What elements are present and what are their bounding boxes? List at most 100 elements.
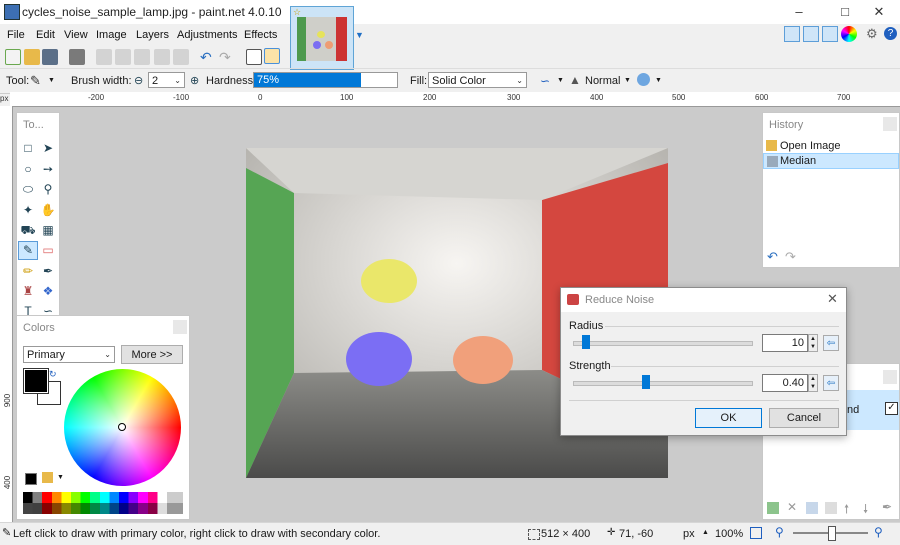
cancel-button[interactable]: Cancel (769, 408, 839, 428)
history-redo-icon[interactable]: ↷ (785, 249, 796, 265)
merge-layer-icon[interactable] (825, 502, 837, 514)
ellipse-select-icon[interactable]: ⬭ (20, 181, 36, 197)
open-icon[interactable] (24, 49, 40, 65)
zoom-slider-thumb[interactable] (828, 526, 836, 541)
paste-icon[interactable] (134, 49, 150, 65)
paint-bucket-icon[interactable]: ⛟ (20, 222, 36, 238)
swap-colors-icon[interactable]: ↻ (49, 369, 57, 380)
image-tab-thumbnail[interactable]: ☆ (290, 6, 354, 70)
pan-icon[interactable]: ✋ (40, 202, 56, 218)
redo-icon[interactable]: ↷ (219, 49, 235, 65)
increase-width-icon[interactable]: ⊕ (190, 74, 199, 87)
antialias-dropdown-icon[interactable]: ▼ (557, 77, 564, 84)
zoom-out-icon[interactable]: ⚲ (775, 525, 784, 539)
zoom-to-window-icon[interactable] (750, 527, 762, 539)
tool-dropdown-icon[interactable]: ▼ (48, 77, 55, 84)
strength-reset-icon[interactable]: ⇦ (823, 375, 839, 391)
close-button[interactable]: ✕ (856, 0, 900, 24)
eraser-icon[interactable]: ▭ (40, 242, 56, 258)
rulers-icon[interactable] (264, 48, 280, 64)
paintbrush-icon[interactable]: ✎ (30, 73, 41, 89)
strength-track[interactable] (573, 381, 753, 386)
gradient-icon[interactable]: ▦ (40, 222, 56, 238)
menu-image[interactable]: Image (96, 29, 127, 41)
rectangle-select-icon[interactable]: □ (20, 140, 36, 156)
units-value[interactable]: px (683, 528, 695, 540)
settings-icon[interactable]: ⚙ (866, 26, 878, 42)
layer-properties-icon[interactable]: ✒ (882, 500, 892, 514)
colors-toggle-icon[interactable] (841, 26, 857, 42)
menu-adjustments[interactable]: Adjustments (177, 29, 238, 41)
move-selected-icon[interactable]: ➙ (40, 161, 56, 177)
dialog-close-icon[interactable]: ✕ (827, 291, 838, 307)
strength-spinner[interactable]: ▲ ▼ (808, 374, 818, 392)
color-swatch-small[interactable] (25, 473, 37, 485)
menu-view[interactable]: View (64, 29, 88, 41)
zoom-value[interactable]: 100% (715, 528, 743, 540)
pencil-icon[interactable]: ✏ (20, 263, 36, 279)
selection-mode-icon[interactable] (637, 73, 650, 86)
recolor-icon[interactable]: ❖ (40, 283, 56, 299)
colors-panel-close-icon[interactable] (173, 320, 187, 334)
color-picker-icon[interactable]: ✒ (40, 263, 56, 279)
save-icon[interactable] (42, 49, 58, 65)
ok-button[interactable]: OK (695, 408, 762, 428)
menu-layers[interactable]: Layers (136, 29, 169, 41)
menu-edit[interactable]: Edit (36, 29, 55, 41)
color-mode-select[interactable]: Primary ⌄ (23, 346, 115, 363)
delete-layer-icon[interactable]: ✕ (787, 500, 797, 514)
cut-icon[interactable] (96, 49, 112, 65)
strength-slider-thumb[interactable] (642, 375, 650, 389)
history-panel-close-icon[interactable] (883, 117, 897, 131)
layer-visibility-checkbox[interactable]: ✓ (885, 402, 898, 415)
new-icon[interactable] (5, 49, 21, 65)
lasso-icon[interactable]: ○ (20, 161, 36, 177)
magic-wand-icon[interactable]: ✦ (20, 202, 36, 218)
color-wheel[interactable] (64, 369, 181, 486)
radius-spinner[interactable]: ▲ ▼ (808, 334, 818, 352)
paintbrush-tool-icon[interactable]: ✎ (18, 241, 38, 260)
antialias-icon[interactable]: ∽ (540, 74, 550, 88)
blend-dropdown-icon[interactable]: ▼ (624, 77, 631, 84)
minimize-button[interactable]: – (776, 0, 822, 24)
history-item[interactable]: Open Image (763, 138, 899, 154)
selection-dropdown-icon[interactable]: ▼ (655, 77, 662, 84)
fill-select[interactable]: Solid Color ⌄ (428, 72, 527, 88)
add-layer-icon[interactable] (767, 502, 779, 514)
deselect-icon[interactable] (173, 49, 189, 65)
primary-color-swatch[interactable] (23, 368, 49, 394)
history-item-selected[interactable]: Median (763, 153, 899, 169)
grid-icon[interactable] (246, 49, 262, 65)
layers-toggle-icon[interactable] (822, 26, 838, 42)
copy-icon[interactable] (115, 49, 131, 65)
history-undo-icon[interactable]: ↶ (767, 249, 778, 265)
history-toggle-icon[interactable] (803, 26, 819, 42)
menu-effects[interactable]: Effects (244, 29, 277, 41)
zoom-icon[interactable]: ⚲ (40, 181, 56, 197)
undo-icon[interactable]: ↶ (200, 49, 216, 65)
color-palette[interactable] (23, 492, 183, 514)
duplicate-layer-icon[interactable] (806, 502, 818, 514)
radius-input[interactable]: 10 (762, 334, 808, 352)
palette-menu-icon[interactable] (42, 472, 53, 483)
clone-stamp-icon[interactable]: ♜ (20, 283, 36, 299)
hardness-slider[interactable]: 75% (253, 72, 398, 88)
crop-icon[interactable] (154, 49, 170, 65)
radius-reset-icon[interactable]: ⇦ (823, 335, 839, 351)
zoom-in-icon[interactable]: ⚲ (874, 525, 883, 539)
more-colors-button[interactable]: More >> (121, 345, 183, 364)
strength-input[interactable]: 0.40 (762, 374, 808, 392)
blend-mode-value[interactable]: Normal (585, 75, 620, 87)
menu-file[interactable]: File (7, 29, 25, 41)
palette-dropdown-icon[interactable]: ▼ (57, 474, 64, 481)
units-dropdown-icon[interactable]: ▲ (702, 529, 709, 536)
tools-toggle-icon[interactable] (784, 26, 800, 42)
print-icon[interactable] (69, 49, 85, 65)
move-selection-icon[interactable]: ➤ (40, 140, 56, 156)
radius-slider-thumb[interactable] (582, 335, 590, 349)
move-layer-up-icon[interactable]: 🠕 (844, 500, 849, 521)
tab-dropdown-icon[interactable]: ▼ (355, 30, 364, 40)
move-layer-down-icon[interactable]: 🠗 (863, 500, 868, 521)
help-icon[interactable]: ? (884, 27, 897, 40)
radius-track[interactable] (573, 341, 753, 346)
